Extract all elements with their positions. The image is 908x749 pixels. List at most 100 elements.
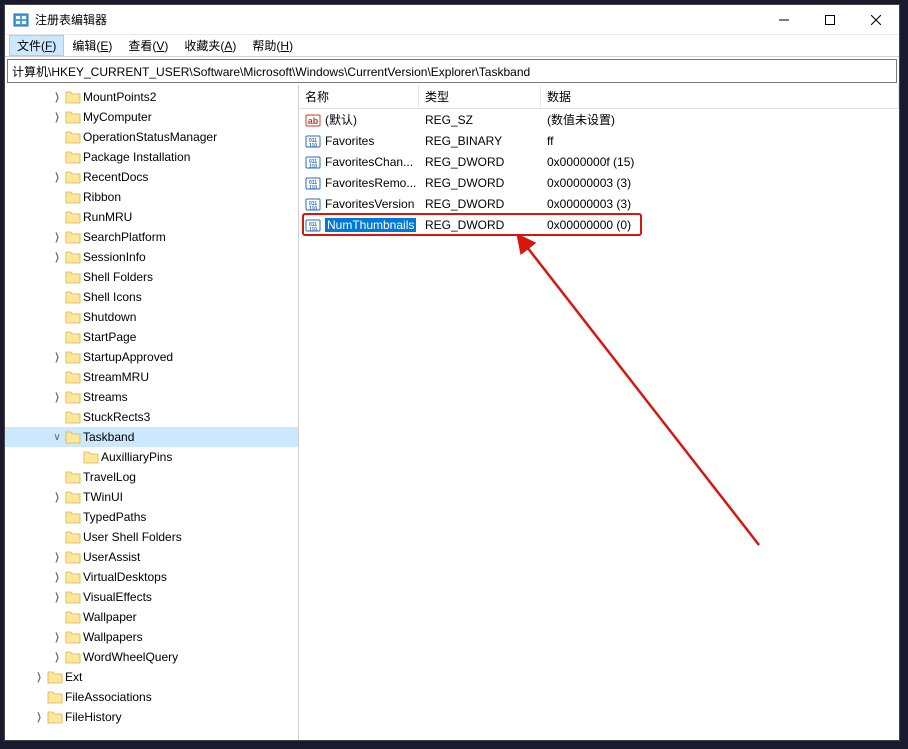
tree-node[interactable]: ❯ StartupApproved <box>5 347 298 367</box>
value-row[interactable]: 011110NumThumbnailsREG_DWORD0x00000000 (… <box>299 214 899 235</box>
expand-toggle[interactable] <box>49 609 65 625</box>
menu-favorites[interactable]: 收藏夹(A) <box>176 35 244 56</box>
tree-node[interactable]: StartPage <box>5 327 298 347</box>
tree-node[interactable]: ❯UserAssist <box>5 547 298 567</box>
folder-icon <box>65 110 81 124</box>
tree-node[interactable]: ❯FileHistory <box>5 707 298 727</box>
tree-node[interactable]: TravelLog <box>5 467 298 487</box>
string-value-icon: ab <box>305 112 321 128</box>
expand-toggle[interactable] <box>49 369 65 385</box>
menu-view[interactable]: 查看(V) <box>120 35 176 56</box>
tree-node[interactable]: ❯RecentDocs <box>5 167 298 187</box>
titlebar[interactable]: 注册表编辑器 <box>5 5 899 35</box>
binary-value-icon: 011110 <box>305 217 321 233</box>
expand-toggle[interactable]: ❯ <box>52 389 62 405</box>
tree-node[interactable]: StreamMRU <box>5 367 298 387</box>
tree-node[interactable]: ❯Ext <box>5 667 298 687</box>
tree-node[interactable]: Shell Folders <box>5 267 298 287</box>
expand-toggle[interactable]: ❯ <box>52 349 62 365</box>
menu-edit[interactable]: 编辑(E) <box>64 35 120 56</box>
column-type[interactable]: 类型 <box>419 85 541 108</box>
folder-icon <box>65 130 81 144</box>
tree-node[interactable]: ❯ Streams <box>5 387 298 407</box>
column-data[interactable]: 数据 <box>541 85 899 108</box>
tree-node-label: StartupApproved <box>83 350 173 364</box>
annotation-arrow <box>509 235 769 555</box>
tree-node[interactable]: ❯SearchPlatform <box>5 227 298 247</box>
expand-toggle[interactable]: ❯ <box>52 169 62 185</box>
tree-node[interactable]: User Shell Folders <box>5 527 298 547</box>
value-row[interactable]: 011110FavoritesVersionREG_DWORD0x0000000… <box>299 193 899 214</box>
expand-toggle[interactable]: ❯ <box>52 649 62 665</box>
folder-icon <box>65 550 81 564</box>
column-name[interactable]: 名称 <box>299 85 419 108</box>
expand-toggle[interactable] <box>49 309 65 325</box>
expand-toggle[interactable] <box>49 189 65 205</box>
value-row[interactable]: 011110FavoritesChan...REG_DWORD0x0000000… <box>299 151 899 172</box>
expand-toggle[interactable]: ∨ <box>49 429 65 445</box>
tree-node[interactable]: AuxilliaryPins <box>5 447 298 467</box>
expand-toggle[interactable] <box>49 329 65 345</box>
tree-node[interactable]: ❯SessionInfo <box>5 247 298 267</box>
expand-toggle[interactable] <box>49 529 65 545</box>
expand-toggle[interactable]: ❯ <box>52 489 62 505</box>
tree-node[interactable]: Shutdown <box>5 307 298 327</box>
binary-value-icon: 011110 <box>305 154 321 170</box>
expand-toggle[interactable] <box>31 689 47 705</box>
folder-icon <box>65 290 81 304</box>
value-row[interactable]: 011110FavoritesREG_BINARYff <box>299 130 899 151</box>
expand-toggle[interactable] <box>67 449 83 465</box>
expand-toggle[interactable] <box>49 409 65 425</box>
value-row[interactable]: 011110FavoritesRemo...REG_DWORD0x0000000… <box>299 172 899 193</box>
folder-icon <box>65 330 81 344</box>
tree-node[interactable]: ❯MountPoints2 <box>5 87 298 107</box>
tree-node[interactable]: ∨Taskband <box>5 427 298 447</box>
maximize-button[interactable] <box>807 5 853 34</box>
menu-file[interactable]: 文件(F) <box>9 35 64 56</box>
tree-node-label: Shell Icons <box>83 290 142 304</box>
tree-node[interactable]: Wallpaper <box>5 607 298 627</box>
tree-node[interactable]: StuckRects3 <box>5 407 298 427</box>
tree-node[interactable]: ❯WordWheelQuery <box>5 647 298 667</box>
tree-node[interactable]: TypedPaths <box>5 507 298 527</box>
tree-node[interactable]: Shell Icons <box>5 287 298 307</box>
tree-node[interactable]: ❯ VirtualDesktops <box>5 567 298 587</box>
tree-node[interactable]: Package Installation <box>5 147 298 167</box>
tree-node-label: VirtualDesktops <box>83 570 167 584</box>
tree-panel[interactable]: ❯MountPoints2❯MyComputerOperationStatusM… <box>5 85 299 740</box>
expand-toggle[interactable]: ❯ <box>52 589 62 605</box>
close-button[interactable] <box>853 5 899 34</box>
menu-help[interactable]: 帮助(H) <box>244 35 301 56</box>
expand-toggle[interactable]: ❯ <box>34 669 44 685</box>
minimize-button[interactable] <box>761 5 807 34</box>
tree-node[interactable]: ❯TWinUI <box>5 487 298 507</box>
expand-toggle[interactable]: ❯ <box>52 249 62 265</box>
address-bar[interactable]: 计算机\HKEY_CURRENT_USER\Software\Microsoft… <box>7 59 897 83</box>
expand-toggle[interactable]: ❯ <box>52 549 62 565</box>
expand-toggle[interactable]: ❯ <box>52 229 62 245</box>
expand-toggle[interactable] <box>49 209 65 225</box>
expand-toggle[interactable] <box>49 289 65 305</box>
tree-node[interactable]: ❯VisualEffects <box>5 587 298 607</box>
expand-toggle[interactable]: ❯ <box>52 629 62 645</box>
expand-toggle[interactable] <box>49 269 65 285</box>
binary-value-icon: 011110 <box>305 196 321 212</box>
expand-toggle[interactable] <box>49 129 65 145</box>
svg-text:110: 110 <box>309 164 317 170</box>
tree-node[interactable]: OperationStatusManager <box>5 127 298 147</box>
tree-node[interactable]: Ribbon <box>5 187 298 207</box>
expand-toggle[interactable] <box>49 149 65 165</box>
expand-toggle[interactable] <box>49 469 65 485</box>
tree-node[interactable]: RunMRU <box>5 207 298 227</box>
expand-toggle[interactable]: ❯ <box>52 109 62 125</box>
value-list-panel[interactable]: 名称 类型 数据 ab(默认)REG_SZ(数值未设置)011110Favori… <box>299 85 899 740</box>
expand-toggle[interactable]: ❯ <box>52 569 62 585</box>
tree-node[interactable]: ❯Wallpapers <box>5 627 298 647</box>
tree-node[interactable]: ❯MyComputer <box>5 107 298 127</box>
tree-node[interactable]: FileAssociations <box>5 687 298 707</box>
expand-toggle[interactable]: ❯ <box>34 709 44 725</box>
expand-toggle[interactable]: ❯ <box>52 89 62 105</box>
expand-toggle[interactable] <box>49 509 65 525</box>
value-row[interactable]: ab(默认)REG_SZ(数值未设置) <box>299 109 899 130</box>
tree-node-label: Streams <box>83 390 128 404</box>
